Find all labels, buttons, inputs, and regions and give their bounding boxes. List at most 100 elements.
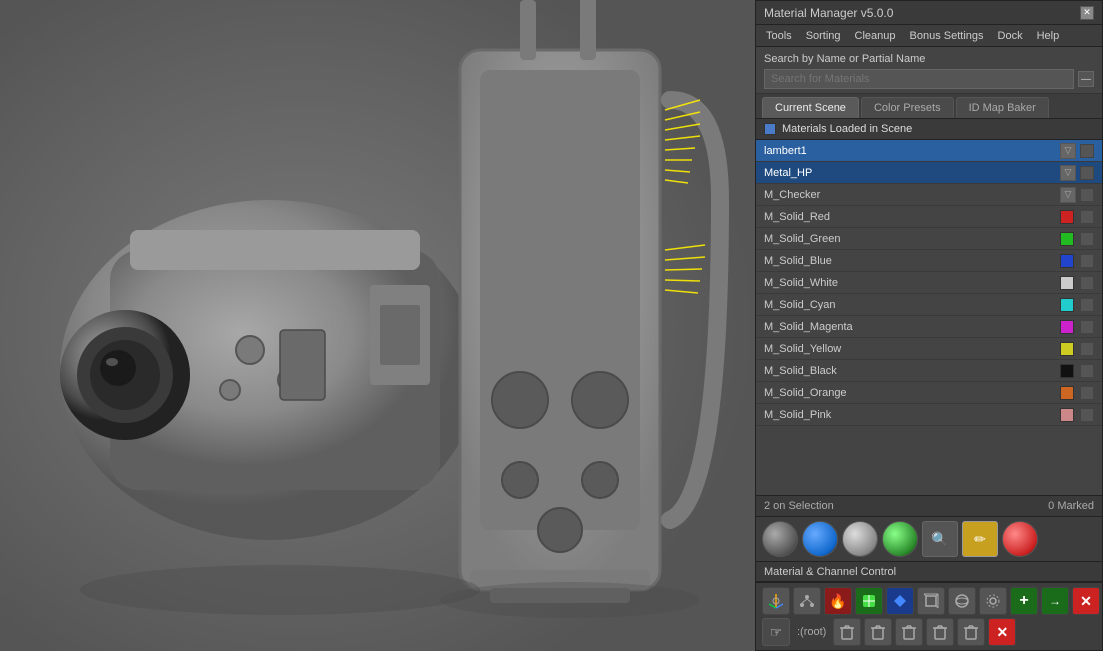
material-name: M_Solid_Cyan — [764, 299, 1060, 311]
axis-icon-button[interactable] — [762, 587, 790, 615]
material-row[interactable]: lambert1 ▽ — [756, 140, 1102, 162]
material-name: M_Solid_White — [764, 277, 1060, 289]
menu-bonus-settings[interactable]: Bonus Settings — [904, 28, 990, 44]
trash-button-4[interactable] — [926, 618, 954, 646]
material-swatch — [1060, 408, 1074, 422]
material-row[interactable]: M_Solid_Pink — [756, 404, 1102, 426]
material-mark-button[interactable] — [1080, 276, 1094, 290]
material-name: Metal_HP — [764, 167, 1060, 179]
channel-control-label: Material & Channel Control — [756, 562, 1102, 582]
scene-svg — [0, 0, 755, 651]
menu-dock[interactable]: Dock — [992, 28, 1029, 44]
network-icon-button[interactable] — [793, 587, 821, 615]
trash-button-1[interactable] — [833, 618, 861, 646]
material-mark-button[interactable] — [1080, 320, 1094, 334]
material-type-icon: ▽ — [1060, 187, 1076, 203]
material-swatch — [1060, 364, 1074, 378]
tab-current-scene[interactable]: Current Scene — [762, 97, 859, 118]
material-mark-button[interactable] — [1080, 364, 1094, 378]
assign-button[interactable]: → — [1041, 587, 1069, 615]
selection-status: 2 on Selection — [764, 500, 834, 512]
material-swatch — [1060, 232, 1074, 246]
diamond-blue-button[interactable] — [886, 587, 914, 615]
material-swatch — [1060, 276, 1074, 290]
trash-button-2[interactable] — [864, 618, 892, 646]
material-name: M_Solid_Orange — [764, 387, 1060, 399]
material-row[interactable]: M_Solid_Cyan — [756, 294, 1102, 316]
materials-header: Materials Loaded in Scene — [756, 119, 1102, 140]
material-mark-button[interactable] — [1080, 254, 1094, 268]
menu-sorting[interactable]: Sorting — [800, 28, 847, 44]
material-mark-button[interactable] — [1080, 298, 1094, 312]
search-input[interactable] — [764, 69, 1074, 89]
search-section: Search by Name or Partial Name — — [756, 47, 1102, 94]
header-color-indicator — [764, 123, 776, 135]
material-name: lambert1 — [764, 145, 1060, 157]
pencil-button[interactable]: ✏ — [962, 521, 998, 557]
material-mark-button[interactable] — [1080, 342, 1094, 356]
material-row[interactable]: M_Solid_Yellow — [756, 338, 1102, 360]
search-label: Search by Name or Partial Name — [764, 53, 1094, 65]
menu-help[interactable]: Help — [1031, 28, 1066, 44]
trash-button-3[interactable] — [895, 618, 923, 646]
materials-list[interactable]: lambert1 ▽ Metal_HP ▽ M_Checker ▽ M_Soli… — [756, 140, 1102, 495]
cube-wire-button[interactable] — [917, 587, 945, 615]
material-mark-button[interactable] — [1080, 166, 1094, 180]
toolbar-row-2: ☞ :(root) — [762, 618, 1096, 646]
assign-green-button[interactable] — [855, 587, 883, 615]
search-collapse-button[interactable]: — — [1078, 71, 1094, 87]
preview-sphere-green[interactable] — [882, 521, 918, 557]
material-row[interactable]: M_Solid_Black — [756, 360, 1102, 382]
preview-sphere-silver[interactable] — [842, 521, 878, 557]
material-mark-button[interactable] — [1080, 188, 1094, 202]
preview-sphere-gray[interactable] — [762, 521, 798, 557]
material-mark-button[interactable] — [1080, 408, 1094, 422]
close-button[interactable]: ✕ — [1080, 6, 1094, 20]
sphere-wire-button[interactable] — [948, 587, 976, 615]
preview-spheres-row: 🔍 ✏ — [756, 517, 1102, 562]
remove-red-button[interactable]: ✕ — [1072, 587, 1100, 615]
menu-tools[interactable]: Tools — [760, 28, 798, 44]
material-row[interactable]: M_Solid_White — [756, 272, 1102, 294]
material-mark-button[interactable] — [1080, 232, 1094, 246]
material-swatch — [1060, 386, 1074, 400]
materials-header-label: Materials Loaded in Scene — [782, 123, 912, 135]
trash-button-5[interactable] — [957, 618, 985, 646]
material-row[interactable]: M_Solid_Blue — [756, 250, 1102, 272]
material-swatch — [1060, 298, 1074, 312]
material-name: M_Solid_Green — [764, 233, 1060, 245]
title-bar: Material Manager v5.0.0 ✕ — [756, 1, 1102, 25]
add-green-button[interactable]: + — [1010, 587, 1038, 615]
preview-sphere-red[interactable] — [1002, 521, 1038, 557]
material-row[interactable]: M_Solid_Orange — [756, 382, 1102, 404]
delete-icon-button[interactable]: 🔥 — [824, 587, 852, 615]
search-sphere-button[interactable]: 🔍 — [922, 521, 958, 557]
tab-id-map-baker[interactable]: ID Map Baker — [956, 97, 1049, 118]
marked-status: 0 Marked — [1048, 500, 1094, 512]
material-row[interactable]: M_Solid_Red — [756, 206, 1102, 228]
remove-final-button[interactable]: ✕ — [988, 618, 1016, 646]
3d-viewport — [0, 0, 755, 651]
root-label: :(root) — [793, 626, 830, 638]
material-name: M_Solid_Pink — [764, 409, 1060, 421]
material-row[interactable]: M_Checker ▽ — [756, 184, 1102, 206]
tabs-row: Current Scene Color Presets ID Map Baker — [756, 94, 1102, 119]
hand-tool-button[interactable]: ☞ — [762, 618, 790, 646]
preview-sphere-blue[interactable] — [802, 521, 838, 557]
material-row[interactable]: Metal_HP ▽ — [756, 162, 1102, 184]
material-mark-button[interactable] — [1080, 144, 1094, 158]
material-swatch — [1060, 254, 1074, 268]
material-row[interactable]: M_Solid_Magenta — [756, 316, 1102, 338]
material-mark-button[interactable] — [1080, 210, 1094, 224]
material-name: M_Checker — [764, 189, 1060, 201]
material-name: M_Solid_Blue — [764, 255, 1060, 267]
tab-color-presets[interactable]: Color Presets — [861, 97, 954, 118]
material-name: M_Solid_Red — [764, 211, 1060, 223]
material-swatch — [1060, 210, 1074, 224]
menu-cleanup[interactable]: Cleanup — [849, 28, 902, 44]
material-name: M_Solid_Magenta — [764, 321, 1060, 333]
material-row[interactable]: M_Solid_Green — [756, 228, 1102, 250]
material-mark-button[interactable] — [1080, 386, 1094, 400]
settings-button[interactable] — [979, 587, 1007, 615]
material-manager-panel: Material Manager v5.0.0 ✕ Tools Sorting … — [755, 0, 1103, 651]
